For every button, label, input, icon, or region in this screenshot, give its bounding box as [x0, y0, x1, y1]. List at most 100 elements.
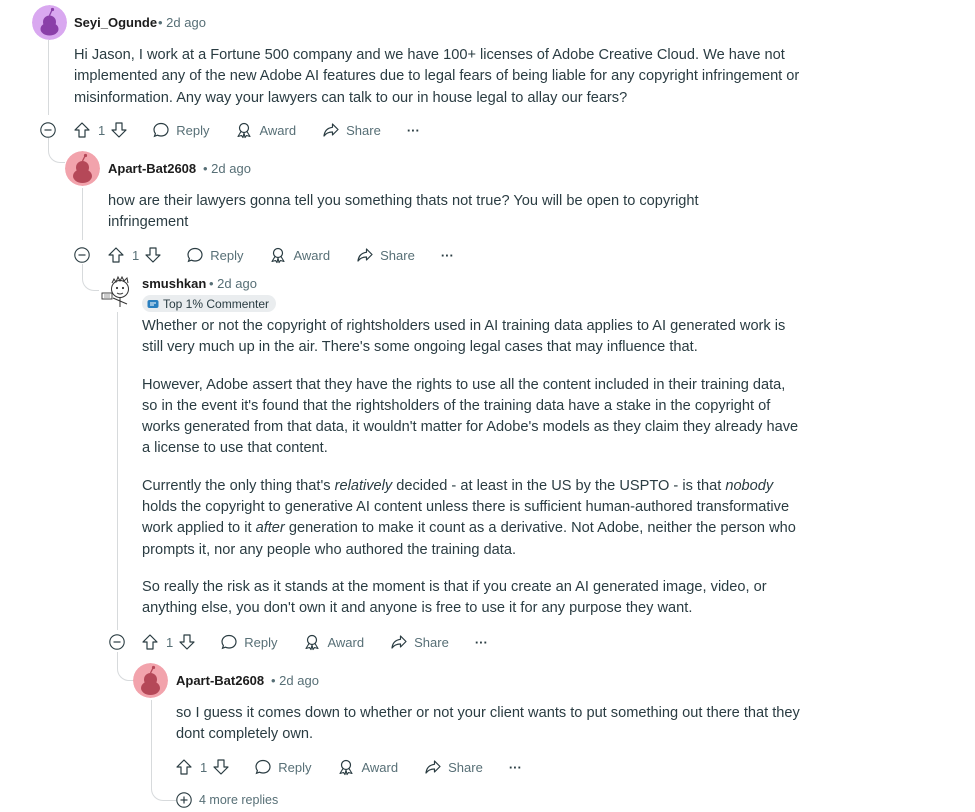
- reply-button[interactable]: Reply: [152, 118, 209, 142]
- downvote-button[interactable]: [178, 630, 196, 654]
- comment-author[interactable]: Apart-Bat2608: [176, 673, 264, 688]
- more-options-button[interactable]: ···: [475, 630, 488, 654]
- thread-line: [151, 700, 152, 790]
- upvote-icon: [176, 759, 192, 775]
- downvote-button[interactable]: [144, 243, 162, 267]
- downvote-icon: [145, 247, 161, 263]
- share-label: Share: [380, 247, 415, 263]
- downvote-icon: [111, 122, 127, 138]
- comment-author[interactable]: Apart-Bat2608: [108, 161, 196, 176]
- more-replies-button[interactable]: 4 more replies: [176, 792, 278, 808]
- share-label: Share: [414, 634, 449, 650]
- top-commenter-badge: Top 1% Commenter: [142, 295, 277, 312]
- award-icon: [339, 759, 354, 776]
- comment-paragraph: so I guess it comes down to whether or n…: [176, 705, 800, 743]
- comment-paragraph: Hi Jason, I work at a Fortune 500 compan…: [74, 47, 800, 106]
- avatar[interactable]: [32, 5, 67, 40]
- collapse-thread-button[interactable]: [74, 247, 90, 263]
- share-label: Share: [346, 122, 381, 138]
- comment-author[interactable]: Seyi_Ogunde: [74, 15, 157, 30]
- reply-icon: [187, 247, 203, 263]
- upvote-icon: [142, 634, 158, 650]
- comment-timestamp: • 2d ago: [158, 15, 206, 30]
- award-label: Award: [361, 759, 399, 775]
- share-label: Share: [448, 759, 483, 775]
- upvote-button[interactable]: [73, 118, 91, 142]
- downvote-button[interactable]: [212, 755, 230, 779]
- more-options-button[interactable]: ···: [407, 118, 420, 142]
- thread-elbow: [151, 786, 176, 801]
- more-options-icon: ···: [406, 122, 420, 138]
- upvote-button[interactable]: [141, 630, 159, 654]
- award-button[interactable]: Award: [269, 243, 330, 267]
- reply-icon: [255, 759, 271, 775]
- thread-elbow: [48, 138, 65, 163]
- comment-actions: 1 Reply Award Share ···: [141, 630, 488, 654]
- collapse-thread-button[interactable]: [109, 634, 125, 650]
- comment-actions: 1 Reply Award Share ···: [175, 755, 522, 779]
- more-options-icon: ···: [508, 759, 522, 775]
- comment-actions: 1 Reply Award Share ···: [73, 118, 420, 142]
- more-replies-label: 4 more replies: [199, 793, 279, 807]
- award-button[interactable]: Award: [303, 630, 364, 654]
- upvote-button[interactable]: [107, 243, 125, 267]
- comment-paragraph: Whether or not the copyright of rightsho…: [142, 318, 786, 356]
- share-icon: [391, 635, 407, 649]
- downvote-button[interactable]: [110, 118, 128, 142]
- upvote-button[interactable]: [175, 755, 193, 779]
- downvote-icon: [213, 759, 229, 775]
- more-options-button[interactable]: ···: [441, 243, 454, 267]
- collapse-thread-button[interactable]: [40, 122, 56, 138]
- award-button[interactable]: Award: [337, 755, 398, 779]
- share-button[interactable]: Share: [424, 755, 483, 779]
- share-button[interactable]: Share: [322, 118, 381, 142]
- comment-timestamp: • 2d ago: [209, 276, 257, 291]
- thread-line: [82, 188, 83, 240]
- thread-elbow: [117, 652, 134, 681]
- comment-paragraph: However, Adobe assert that they have the…: [142, 376, 799, 457]
- downvote-icon: [179, 634, 195, 650]
- comment-body: Whether or not the copyright of rightsho…: [142, 316, 802, 620]
- share-button[interactable]: Share: [356, 243, 415, 267]
- reply-icon: [221, 634, 237, 650]
- vote-count: 1: [200, 759, 208, 775]
- share-icon: [357, 248, 373, 262]
- award-icon: [305, 634, 320, 651]
- reply-button[interactable]: Reply: [220, 630, 277, 654]
- comment-body: how are their lawyers gonna tell you som…: [108, 191, 748, 234]
- comment-paragraph: how are their lawyers gonna tell you som…: [108, 193, 699, 231]
- avatar[interactable]: [133, 663, 168, 698]
- top-commenter-icon: [147, 299, 159, 308]
- share-icon: [425, 760, 441, 774]
- reply-button[interactable]: Reply: [254, 755, 311, 779]
- thread-line: [117, 312, 118, 630]
- comment-timestamp: • 2d ago: [203, 161, 251, 176]
- award-icon: [271, 247, 286, 264]
- upvote-icon: [108, 247, 124, 263]
- comment-body: Hi Jason, I work at a Fortune 500 compan…: [74, 45, 804, 109]
- vote-count: 1: [132, 247, 140, 263]
- thread-elbow: [82, 264, 99, 291]
- comment-paragraph: Currently the only thing that's relative…: [142, 477, 796, 558]
- reply-icon: [153, 122, 169, 138]
- award-label: Award: [293, 247, 331, 263]
- comment-author[interactable]: smushkan: [142, 276, 206, 291]
- more-options-button[interactable]: ···: [509, 755, 522, 779]
- award-button[interactable]: Award: [235, 118, 296, 142]
- reply-button[interactable]: Reply: [186, 243, 243, 267]
- plus-circle-icon: [176, 792, 192, 808]
- more-options-icon: ···: [440, 247, 454, 263]
- reply-label: Reply: [244, 634, 278, 650]
- avatar[interactable]: [65, 151, 100, 186]
- avatar[interactable]: [99, 274, 135, 310]
- reply-label: Reply: [278, 759, 312, 775]
- comment-timestamp: • 2d ago: [271, 673, 319, 688]
- more-options-icon: ···: [474, 634, 488, 650]
- share-button[interactable]: Share: [390, 630, 449, 654]
- share-icon: [323, 123, 339, 137]
- comment-actions: 1 Reply Award Share ···: [107, 243, 454, 267]
- reply-label: Reply: [176, 122, 210, 138]
- reply-label: Reply: [210, 247, 244, 263]
- comment-body: so I guess it comes down to whether or n…: [176, 703, 816, 746]
- vote-count: 1: [166, 634, 174, 650]
